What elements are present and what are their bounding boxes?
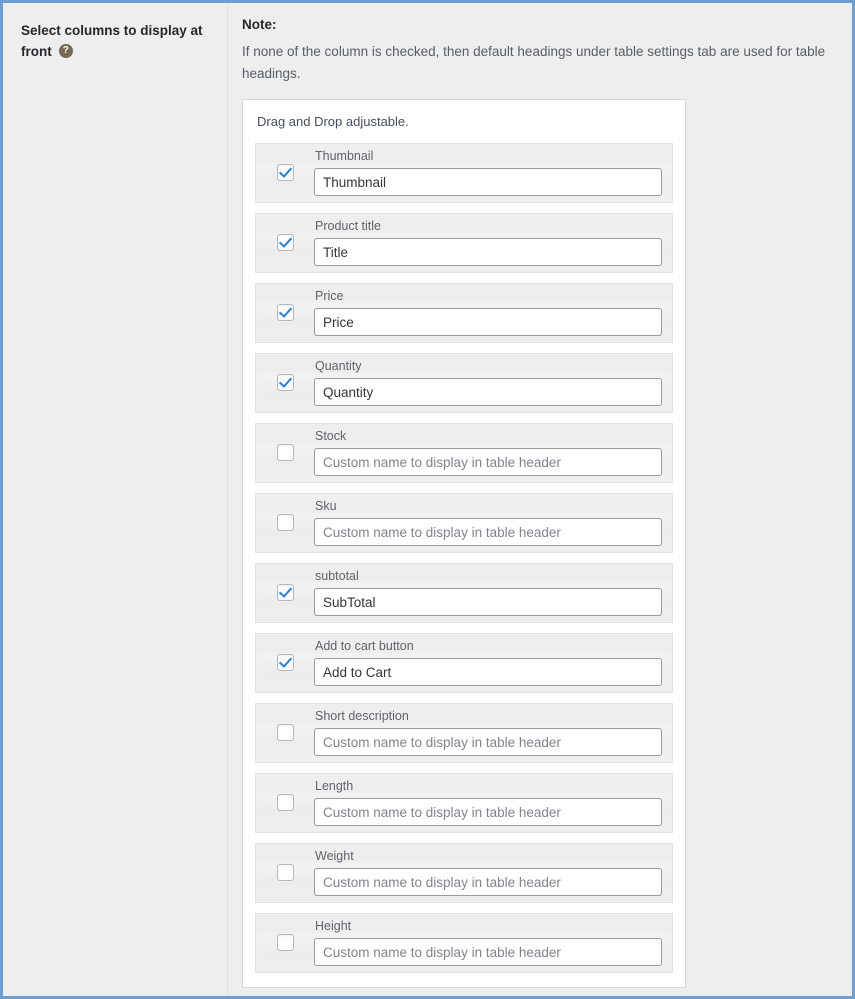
column-heading-input[interactable] [314,658,662,687]
column-heading-input[interactable] [314,728,662,757]
field-content-column: Note: If none of the column is checked, … [228,3,852,996]
column-toggle-cell[interactable] [256,654,314,672]
column-toggle-cell[interactable] [256,164,314,182]
column-toggle-cell[interactable] [256,934,314,952]
column-checkbox[interactable] [276,864,294,882]
column-name-label: Thumbnail [315,149,374,164]
column-toggle-cell[interactable] [256,304,314,322]
list-item[interactable]: Sku [255,492,673,553]
settings-panel-frame: Select columns to display at front? Note… [0,0,855,999]
column-fields: Weight [314,849,672,897]
column-toggle-cell[interactable] [256,234,314,252]
column-fields: Length [314,779,672,827]
column-toggle-cell[interactable] [256,584,314,602]
column-toggle-cell[interactable] [256,724,314,742]
column-heading-input[interactable] [314,238,662,267]
column-checkbox[interactable] [276,374,294,392]
list-item[interactable]: Short description [255,702,673,763]
column-checkbox[interactable] [276,724,294,742]
column-name-label: Height [315,919,352,934]
column-heading-input[interactable] [314,868,662,897]
list-item[interactable]: Product title [255,212,673,273]
column-checkbox[interactable] [276,234,294,252]
list-item[interactable]: Thumbnail [255,142,673,203]
column-heading-input[interactable] [314,168,662,197]
column-checkbox[interactable] [276,304,294,322]
column-fields: Sku [314,499,672,547]
column-toggle-cell[interactable] [256,444,314,462]
column-checkbox[interactable] [276,444,294,462]
column-heading-input[interactable] [314,798,662,827]
column-name-label: Price [315,289,344,304]
column-checkbox[interactable] [276,794,294,812]
column-fields: Short description [314,709,672,757]
list-item[interactable]: subtotal [255,562,673,623]
list-item[interactable]: Height [255,912,673,973]
page-title: Select columns to display at front? [21,21,213,63]
column-checkbox[interactable] [276,164,294,182]
column-name-label: Length [315,779,354,794]
column-fields: Stock [314,429,672,477]
column-name-label: Sku [315,499,337,514]
column-name-label: Add to cart button [315,639,414,654]
drag-drop-hint: Drag and Drop adjustable. [257,113,409,129]
list-item[interactable]: Stock [255,422,673,483]
column-fields: Price [314,289,672,337]
column-heading-input[interactable] [314,448,662,477]
column-checkbox[interactable] [276,654,294,672]
column-toggle-cell[interactable] [256,374,314,392]
column-toggle-cell[interactable] [256,864,314,882]
column-name-label: Product title [315,219,382,234]
column-name-label: Short description [315,709,409,724]
list-item[interactable]: Length [255,772,673,833]
note-body: If none of the column is checked, then d… [242,44,826,81]
list-item[interactable]: Quantity [255,352,673,413]
field-label-column: Select columns to display at front? [3,3,228,996]
column-fields: Quantity [314,359,672,407]
column-checkbox[interactable] [276,584,294,602]
column-toggle-cell[interactable] [256,794,314,812]
column-toggle-cell[interactable] [256,514,314,532]
column-name-label: Stock [315,429,347,444]
column-heading-input[interactable] [314,588,662,617]
field-label-text: Select columns to display at front [21,23,203,59]
column-fields: Height [314,919,672,967]
column-fields: subtotal [314,569,672,617]
column-fields: Product title [314,219,672,267]
note-title: Note: [242,17,277,32]
column-fields: Add to cart button [314,639,672,687]
column-list[interactable]: Thumbnail Product title Price Quantity Stock… [255,142,673,973]
column-heading-input[interactable] [314,378,662,407]
column-name-label: Weight [315,849,354,864]
columns-panel: Drag and Drop adjustable. Thumbnail Produ… [242,98,686,988]
column-name-label: Quantity [315,359,362,374]
list-item[interactable]: Weight [255,842,673,903]
question-mark-circle-icon[interactable]: ? [58,44,73,59]
column-heading-input[interactable] [314,518,662,547]
list-item[interactable]: Price [255,282,673,343]
column-heading-input[interactable] [314,308,662,337]
column-fields: Thumbnail [314,149,672,197]
column-checkbox[interactable] [276,514,294,532]
column-checkbox[interactable] [276,934,294,952]
list-item[interactable]: Add to cart button [255,632,673,693]
column-heading-input[interactable] [314,938,662,967]
column-name-label: subtotal [315,569,359,584]
